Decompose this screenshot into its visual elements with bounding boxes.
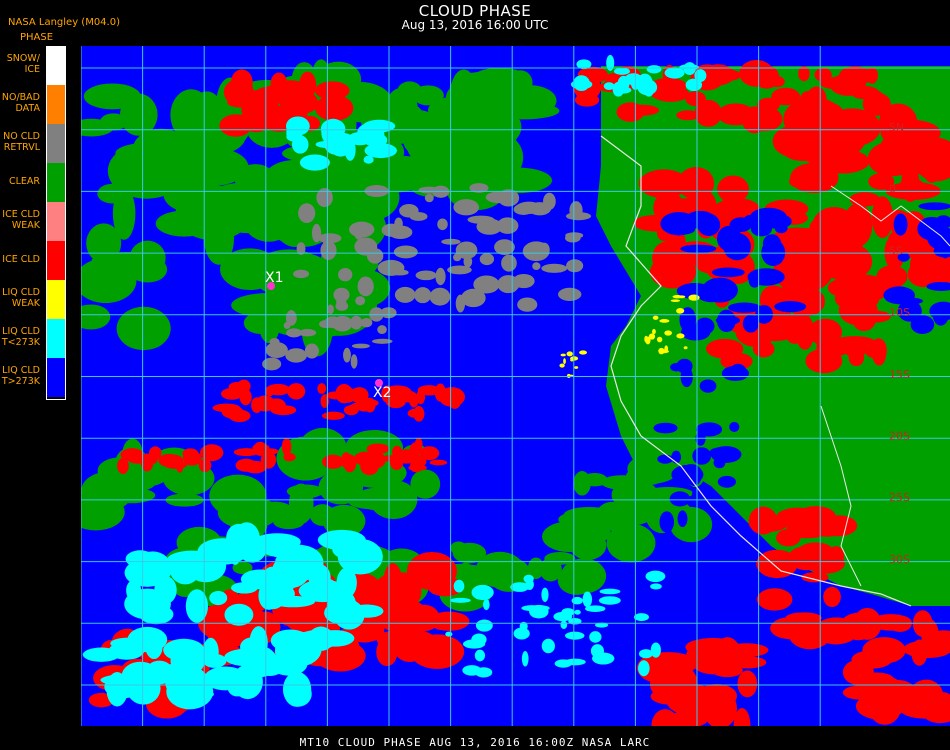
legend-item: NO CLD RETRVL (0, 124, 66, 163)
legend-item: LIQ CLD T<273K (0, 319, 66, 358)
legend-item-label: CLEAR (8, 176, 40, 187)
legend-swatch (46, 241, 66, 280)
legend-item: LIQ CLD WEAK (0, 280, 66, 319)
legend-swatch (46, 202, 66, 241)
legend-item: SNOW/ ICE (0, 46, 66, 85)
latitude-label: 5N (889, 121, 904, 134)
legend-item: ICE CLD WEAK (0, 202, 66, 241)
map-timestamp: Aug 13, 2016 16:00 UTC (401, 18, 549, 32)
legend-item: NO/BAD DATA (0, 85, 66, 124)
legend-item-label: LIQ CLD T>273K (1, 365, 40, 387)
station-marker-label: X2 (373, 385, 392, 401)
legend-swatch (46, 124, 66, 163)
legend-item-label: SNOW/ ICE (6, 53, 40, 75)
footer-caption: MT10 CLOUD PHASE AUG 13, 2016 16:00Z NAS… (299, 736, 651, 749)
latitude-label: 10S (889, 306, 910, 319)
latitude-label: 25S (889, 491, 910, 504)
station-marker-label: X1 (265, 270, 284, 286)
legend-item-label: ICE CLD (2, 254, 40, 265)
legend-item-label: LIQ CLD WEAK (2, 287, 40, 309)
legend-item-label: NO CLD RETRVL (3, 131, 40, 153)
legend-swatch (46, 85, 66, 124)
legend-swatch (46, 280, 66, 319)
map-canvas[interactable]: 5N 0 5S 10S 15S 20S 25S 30S X1 X2 (67, 46, 950, 748)
legend-item: CLEAR (0, 163, 66, 202)
latitude-label: 15S (889, 368, 910, 381)
latitude-label: 20S (889, 430, 910, 443)
cloud-phase-map[interactable]: 5N 0 5S 10S 15S 20S 25S 30S X1 X2 (67, 46, 950, 748)
latitude-label: 0 (889, 183, 896, 196)
latitude-label: 5S (889, 244, 903, 257)
legend-item-label: ICE CLD WEAK (2, 209, 40, 231)
legend-item-label: NO/BAD DATA (1, 92, 40, 114)
legend-item: ICE CLD (0, 241, 66, 280)
legend-swatch (46, 319, 66, 358)
legend-swatch (46, 46, 66, 85)
legend-item-label: LIQ CLD T<273K (1, 326, 40, 348)
legend-item: LIQ CLD T>273K (0, 358, 66, 397)
source-label: NASA Langley (M04.0) (8, 17, 120, 28)
latitude-label: 30S (889, 553, 910, 566)
legend-swatch (46, 163, 66, 202)
legend-title: PHASE (20, 32, 54, 43)
legend-swatch (46, 358, 66, 397)
